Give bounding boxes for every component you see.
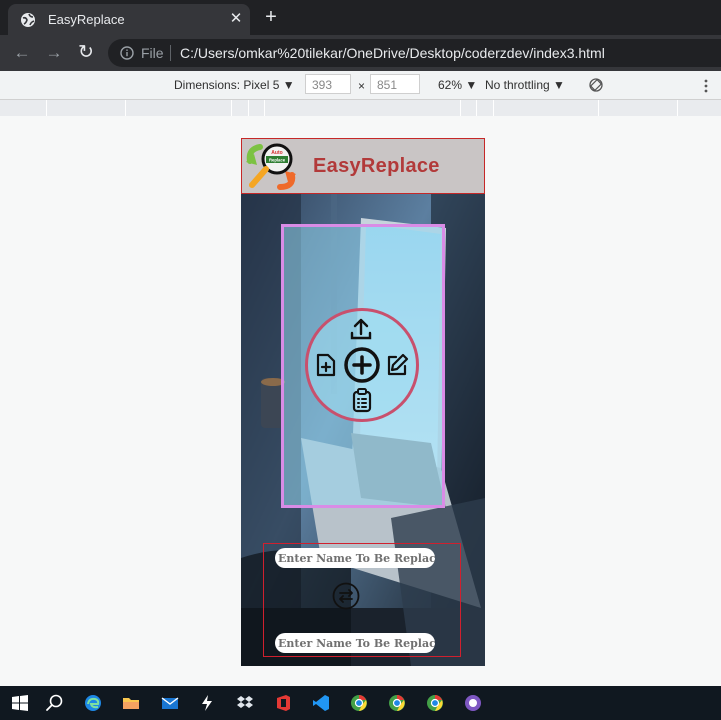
ruler-tick (264, 100, 265, 116)
vscode-icon[interactable] (311, 693, 331, 713)
url-text[interactable]: C:/Users/omkar%20tilekar/OneDrive/Deskto… (180, 45, 605, 61)
ruler-tick (231, 100, 232, 116)
add-circle-icon[interactable] (343, 346, 381, 384)
throttling-dropdown[interactable]: No throttling ▼ (485, 78, 565, 92)
zoom-dropdown[interactable]: 62% ▼ (438, 78, 477, 92)
reload-button[interactable]: ↻ (76, 43, 96, 63)
file-explorer-icon[interactable] (121, 693, 141, 713)
logo-text-top: Auto (271, 150, 282, 156)
ruler-tick (248, 100, 249, 116)
browser-toolbar: ← → ↻ File C:/Users/omkar%20tilekar/OneD… (0, 35, 721, 71)
app-header: Auto Replace EasyReplace (241, 138, 485, 194)
device-width-input[interactable]: 393 (305, 74, 351, 94)
ruler-tick (677, 100, 678, 116)
ruler-tick (493, 100, 494, 116)
logo-text-bottom: Replace (269, 158, 286, 163)
edit-icon[interactable] (384, 352, 410, 378)
browser-titlebar: EasyReplace ✕ + (0, 0, 721, 35)
rotate-icon[interactable] (588, 77, 604, 93)
windows-start-icon[interactable] (10, 693, 30, 713)
chrome-icon[interactable] (425, 693, 445, 713)
ruler-tick (125, 100, 126, 116)
action-circle-menu (305, 308, 419, 422)
more-options-icon[interactable] (700, 78, 712, 94)
dimensions-dropdown[interactable]: Dimensions: Pixel 5 ▼ (174, 78, 295, 92)
windows-taskbar (0, 686, 721, 720)
back-button[interactable]: ← (12, 43, 32, 63)
ruler-tick (476, 100, 477, 116)
device-toolbar: Dimensions: Pixel 5 ▼ 393 × 851 62% ▼ No… (0, 71, 721, 100)
info-icon[interactable] (120, 46, 134, 60)
replace-name-input[interactable] (275, 633, 435, 653)
browser-tab[interactable]: EasyReplace ✕ (8, 4, 250, 35)
replace-form (263, 543, 461, 657)
file-scheme-label: File (141, 45, 164, 61)
upload-icon[interactable] (348, 316, 374, 342)
ruler-tick (460, 100, 461, 116)
times-sign: × (358, 79, 366, 93)
clipboard-list-icon[interactable] (349, 387, 375, 413)
forward-button[interactable]: → (44, 43, 64, 63)
swap-icon[interactable] (332, 582, 360, 610)
ruler-tick (598, 100, 599, 116)
mail-icon[interactable] (160, 693, 180, 713)
tab-close-icon[interactable]: ✕ (226, 9, 246, 29)
edge-icon[interactable] (83, 693, 103, 713)
search-icon[interactable] (45, 693, 65, 713)
find-name-input[interactable] (275, 548, 435, 568)
office-icon[interactable] (273, 693, 293, 713)
phone-viewport: Auto Replace EasyReplace (241, 138, 485, 666)
tab-title: EasyReplace (48, 12, 125, 27)
new-tab-button[interactable]: + (260, 6, 282, 28)
media-query-ruler[interactable] (0, 100, 721, 116)
chrome-icon[interactable] (387, 693, 407, 713)
easyreplace-logo[interactable]: Auto Replace (244, 141, 298, 191)
winamp-icon[interactable] (197, 693, 217, 713)
address-separator (170, 45, 171, 61)
github-desktop-icon[interactable] (463, 693, 483, 713)
ruler-tick (46, 100, 47, 116)
address-bar[interactable]: File C:/Users/omkar%20tilekar/OneDrive/D… (108, 39, 721, 67)
add-file-icon[interactable] (313, 352, 339, 378)
app-title: EasyReplace (313, 155, 440, 177)
device-height-input[interactable]: 851 (370, 74, 420, 94)
globe-icon (21, 13, 35, 27)
chrome-icon[interactable] (349, 693, 369, 713)
dropbox-icon[interactable] (235, 693, 255, 713)
